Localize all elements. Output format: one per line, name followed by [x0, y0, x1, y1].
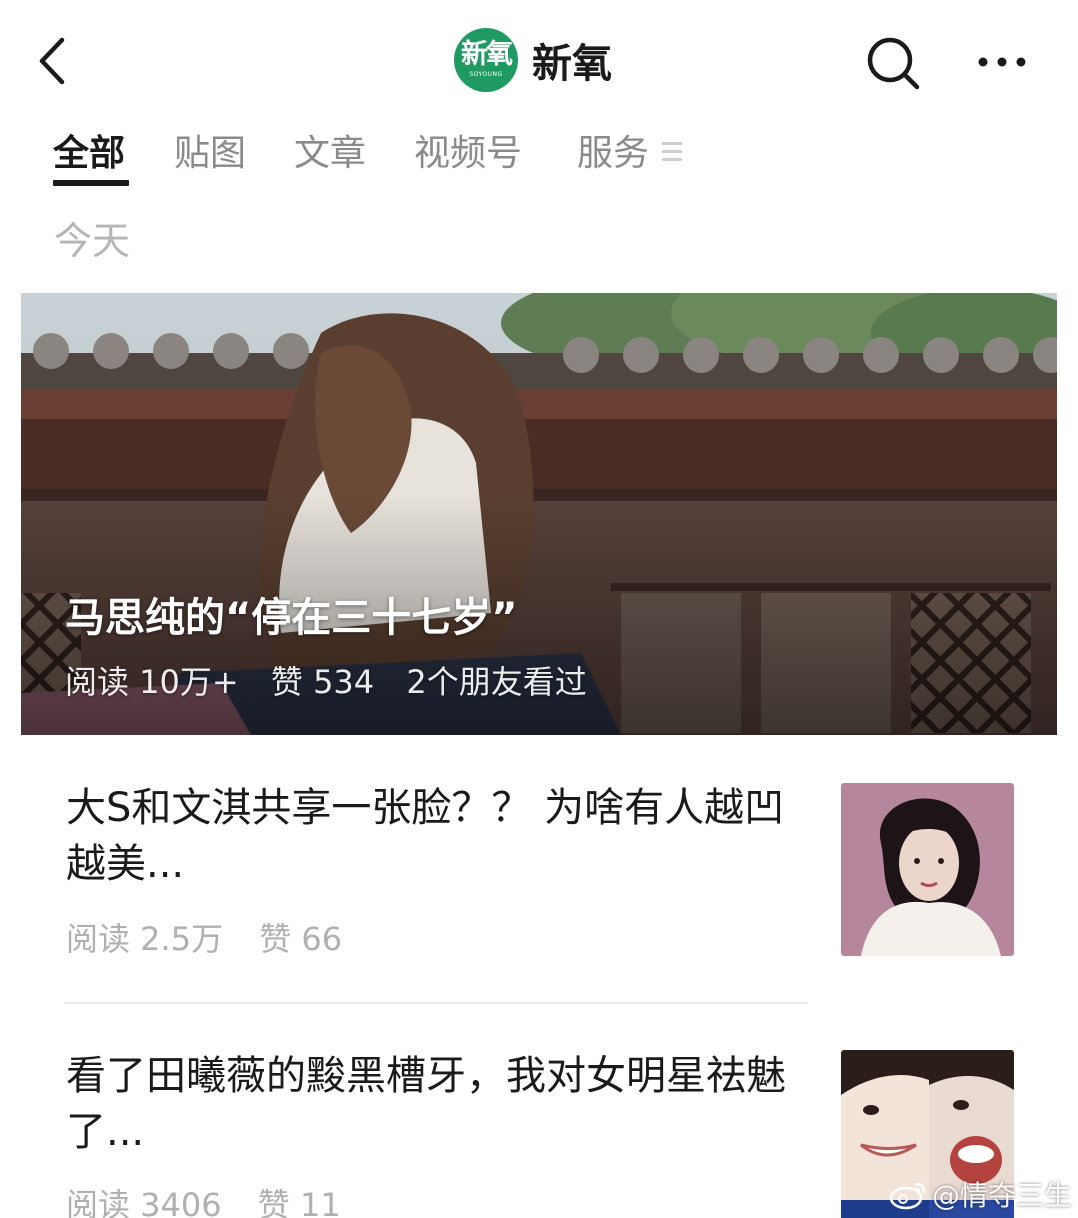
more-dots-icon [978, 57, 1026, 67]
article-meta: 阅读 2.5万 赞 66 [66, 914, 368, 960]
weibo-watermark: @情夺三生 [888, 1172, 1072, 1216]
chevron-left-icon [39, 37, 65, 85]
tab-images[interactable]: 贴图 [174, 128, 246, 180]
search-icon [867, 37, 920, 90]
article-like-count: 赞 11 [257, 1186, 341, 1218]
account-brand[interactable]: 新氧 SOYOUNG 新氧 [454, 28, 612, 92]
top-bar: 新氧 SOYOUNG 新氧 [0, 0, 1078, 120]
article-thumbnail [841, 783, 1014, 956]
back-button[interactable] [28, 30, 78, 90]
article-meta: 阅读 3406 赞 11 [66, 1180, 367, 1218]
brand-logo-subtext: SOYOUNG [469, 71, 503, 78]
active-tab-indicator [53, 180, 129, 186]
tab-services[interactable]: 服务 [577, 128, 649, 180]
more-button[interactable] [970, 40, 1032, 84]
featured-article-card[interactable]: 马思纯的“停在三十七岁” 阅读 10万+ 赞 534 2个朋友看过 [21, 293, 1057, 735]
article-title: 大S和文淇共享一张脸？？ 为啥有人越凹越美... [66, 785, 785, 887]
article-read-count: 阅读 3406 [66, 1186, 222, 1218]
weibo-icon [889, 1182, 926, 1210]
watermark-text: @情夺三生 [932, 1179, 1073, 1212]
brand-logo: 新氧 SOYOUNG [454, 28, 518, 92]
content-tabs: 全部 贴图 文章 视频号 服务 [0, 122, 1078, 192]
brand-logo-text: 新氧 [461, 39, 513, 70]
date-section-label: 今天 [54, 219, 131, 263]
tab-all[interactable]: 全部 [53, 128, 125, 180]
search-button[interactable] [864, 34, 922, 92]
tab-channels[interactable]: 视频号 [414, 128, 522, 180]
list-item[interactable]: 大S和文淇共享一张脸？？ 为啥有人越凹越美... 阅读 2.5万 赞 66 [0, 780, 1078, 990]
account-name: 新氧 [532, 41, 612, 87]
tab-articles[interactable]: 文章 [294, 128, 366, 180]
featured-like-count: 赞 534 [270, 663, 375, 701]
featured-article-meta: 阅读 10万+ 赞 534 2个朋友看过 [65, 657, 609, 703]
article-like-count: 赞 66 [259, 920, 343, 958]
article-read-count: 阅读 2.5万 [66, 920, 224, 958]
tabs-menu-icon[interactable] [662, 142, 682, 166]
featured-article-title: 马思纯的“停在三十七岁” [65, 595, 518, 641]
featured-friends-viewed: 2个朋友看过 [406, 663, 587, 701]
article-title: 看了田曦薇的黢黑槽牙，我对女明星祛魅了... [66, 1053, 786, 1155]
list-divider [64, 1002, 808, 1004]
featured-read-count: 阅读 10万+ [65, 663, 239, 701]
